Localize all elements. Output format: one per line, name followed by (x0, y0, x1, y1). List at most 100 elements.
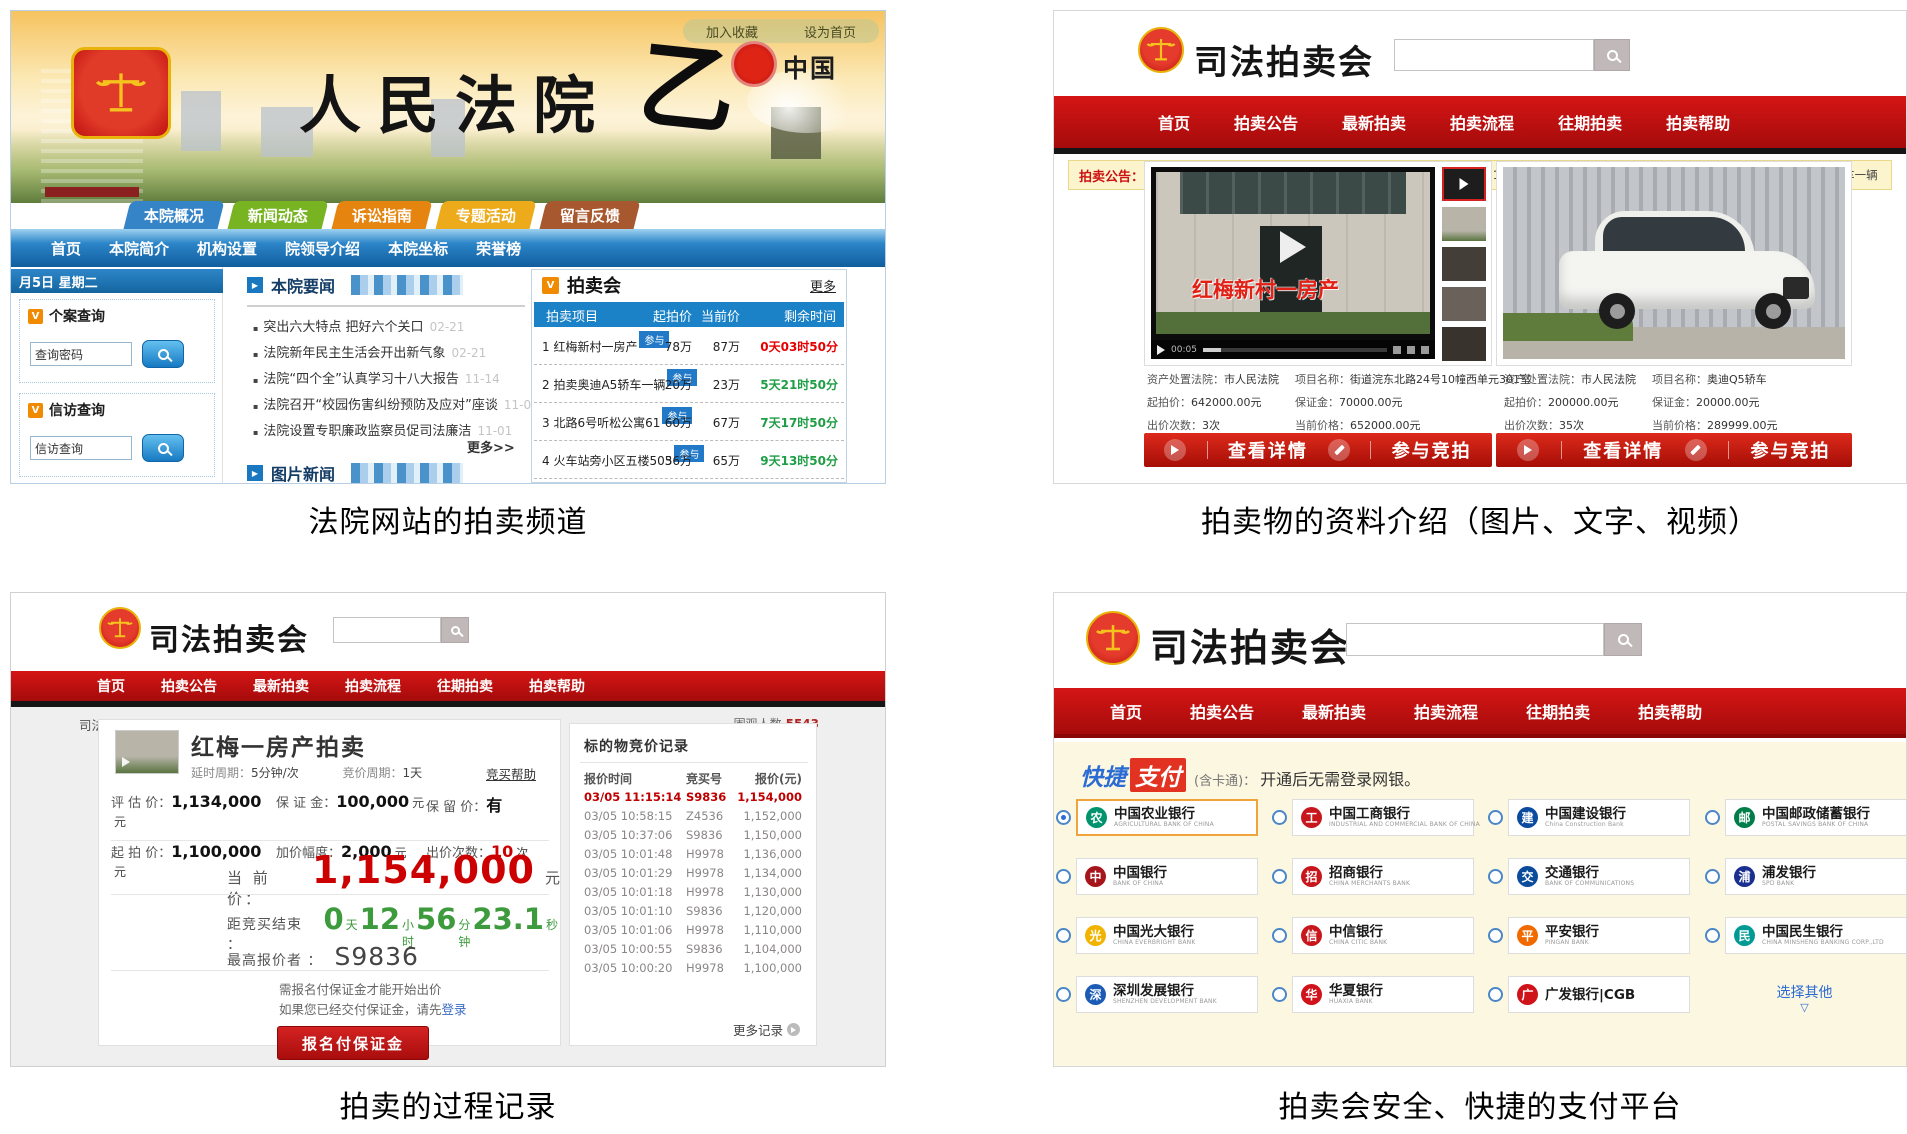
nav-item[interactable]: 院领导介绍 (285, 238, 360, 259)
nav-item[interactable]: 最新拍卖 (1342, 110, 1406, 134)
item-thumbnail[interactable] (115, 730, 179, 774)
bank-card[interactable]: 建 中国建设银行 China Construction Bank (1508, 799, 1690, 836)
case-query-input[interactable] (30, 342, 132, 366)
news-item[interactable]: 突出六大特点 把好六个关口02-21 (253, 315, 539, 341)
search-input[interactable] (1394, 39, 1594, 71)
bank-card[interactable]: 民 中国民生银行 CHINA MINSHENG BANKING CORP.,LT… (1725, 917, 1907, 954)
share-icon[interactable] (1407, 346, 1415, 354)
set-homepage-link[interactable]: 设为首页 (804, 22, 856, 41)
news-more-link[interactable]: 更多>> (467, 437, 515, 456)
join-bid-button[interactable]: 参与竞拍 (1751, 437, 1831, 463)
bank-card[interactable]: 交 交通银行 BANK OF COMMUNICATIONS (1508, 858, 1690, 895)
choose-other-link[interactable]: 选择其他▽ (1703, 982, 1906, 1014)
nav-item[interactable]: 拍卖帮助 (1638, 699, 1702, 723)
fullscreen-icon[interactable] (1421, 346, 1429, 354)
search-button[interactable] (1604, 623, 1642, 656)
volume-icon[interactable] (1393, 346, 1401, 354)
play-icon[interactable] (1157, 345, 1165, 355)
view-detail-button[interactable]: 查看详情 (1583, 437, 1663, 463)
tab-item[interactable]: 本院概况 (124, 201, 225, 229)
bank-card[interactable]: 平 平安银行 PINGAN BANK (1508, 917, 1690, 954)
bank-radio[interactable] (1488, 810, 1503, 825)
play-button[interactable] (1280, 231, 1306, 263)
bank-radio[interactable] (1272, 928, 1287, 943)
tab-item[interactable]: 新闻动态 (228, 201, 329, 229)
search-button[interactable] (1594, 39, 1630, 71)
news-item[interactable]: 法院召开“校园伤害纠纷预防及应对”座谈11-01 (253, 393, 539, 419)
bank-card[interactable]: 农 中国农业银行 AGRICULTURAL BANK OF CHINA (1076, 799, 1258, 836)
bank-radio[interactable] (1705, 869, 1720, 884)
video-thumbnail-selected[interactable] (1442, 167, 1486, 201)
bank-card[interactable]: 浦 浦发银行 SPD BANK (1725, 858, 1907, 895)
bank-radio[interactable] (1488, 869, 1503, 884)
bank-radio[interactable] (1272, 869, 1287, 884)
bid-help-link[interactable]: 竞买帮助 (486, 764, 536, 783)
bank-card[interactable]: 邮 中国邮政储蓄银行 POSTAL SAVINGS BANK OF CHINA (1725, 799, 1907, 836)
photo-thumbnail[interactable] (1442, 247, 1486, 281)
search-input[interactable] (1346, 623, 1604, 656)
bank-radio[interactable] (1488, 987, 1503, 1002)
nav-item[interactable]: 拍卖公告 (161, 676, 217, 696)
bank-radio[interactable] (1705, 810, 1720, 825)
photo-thumbnail[interactable] (1442, 287, 1486, 321)
bank-radio[interactable] (1056, 987, 1071, 1002)
nav-item[interactable]: 拍卖流程 (345, 676, 401, 696)
bank-card[interactable]: 广 广发银行|CGB (1508, 976, 1690, 1013)
bank-radio[interactable] (1705, 928, 1720, 943)
search-input[interactable] (333, 617, 441, 643)
tab-item[interactable]: 诉讼指南 (332, 201, 433, 229)
bank-logo-icon: 民 (1734, 925, 1755, 946)
photo-thumbnail[interactable] (1442, 327, 1486, 361)
nav-item[interactable]: 首页 (51, 238, 81, 259)
nav-item[interactable]: 拍卖帮助 (529, 676, 585, 696)
nav-item[interactable]: 拍卖流程 (1450, 110, 1514, 134)
more-records-link[interactable]: 更多记录 (733, 1020, 800, 1039)
bank-card[interactable]: 光 中国光大银行 CHINA EVERBRIGHT BANK (1076, 917, 1258, 954)
nav-item[interactable]: 拍卖公告 (1234, 110, 1298, 134)
auction-item-link[interactable]: 1 红梅新村一房产参与 (542, 338, 669, 355)
bank-card[interactable]: 中 中国银行 BANK OF CHINA (1076, 858, 1258, 895)
bank-radio[interactable] (1056, 928, 1071, 943)
nav-item[interactable]: 往期拍卖 (1558, 110, 1622, 134)
join-bid-button[interactable]: 参与竞拍 (1392, 437, 1472, 463)
bank-radio[interactable] (1272, 987, 1287, 1002)
nav-item[interactable]: 首页 (1110, 699, 1142, 723)
bank-radio[interactable] (1488, 928, 1503, 943)
nav-item[interactable]: 首页 (97, 676, 125, 696)
pay-deposit-button[interactable]: 报名付保证金 (277, 1026, 429, 1060)
nav-item[interactable]: 拍卖帮助 (1666, 110, 1730, 134)
bank-radio[interactable] (1056, 810, 1071, 825)
nav-item[interactable]: 往期拍卖 (1526, 699, 1590, 723)
login-link[interactable]: 登录 (442, 1002, 467, 1017)
nav-item[interactable]: 拍卖公告 (1190, 699, 1254, 723)
view-detail-button[interactable]: 查看详情 (1228, 437, 1308, 463)
nav-item[interactable]: 最新拍卖 (1302, 699, 1366, 723)
nav-item[interactable]: 最新拍卖 (253, 676, 309, 696)
tab-item[interactable]: 专题活动 (436, 201, 537, 229)
bank-card[interactable]: 信 中信银行 CHINA CITIC BANK (1292, 917, 1474, 954)
case-search-button[interactable] (142, 340, 184, 368)
nav-item[interactable]: 首页 (1158, 110, 1190, 134)
nav-item[interactable]: 往期拍卖 (437, 676, 493, 696)
nav-item[interactable]: 本院简介 (109, 238, 169, 259)
nav-item[interactable]: 本院坐标 (388, 238, 448, 259)
search-button[interactable] (441, 617, 469, 643)
tab-item[interactable]: 留言反馈 (540, 201, 641, 229)
bank-radio[interactable] (1056, 869, 1071, 884)
photo-thumbnail[interactable] (1442, 207, 1486, 241)
bank-radio[interactable] (1272, 810, 1287, 825)
bank-card[interactable]: 华 华夏银行 HUAXIA BANK (1292, 976, 1474, 1013)
bank-card[interactable]: 深 深圳发展银行 SHENZHEN DEVELOPMENT BANK (1076, 976, 1258, 1013)
nav-item[interactable]: 荣誉榜 (476, 238, 521, 259)
bank-card[interactable]: 工 中国工商银行 INDUSTRIAL AND COMMERCIAL BANK … (1292, 799, 1474, 836)
bank-card[interactable]: 招 招商银行 CHINA MERCHANTS BANK (1292, 858, 1474, 895)
petition-search-button[interactable] (142, 434, 184, 462)
news-item[interactable]: 法院“四个全”认真学习十八大报告11-14 (253, 367, 539, 393)
auction-more-link[interactable]: 更多 (810, 276, 836, 295)
progress-bar[interactable] (1203, 348, 1387, 352)
news-item[interactable]: 法院新年民主生活会开出新气象02-21 (253, 341, 539, 367)
nav-item[interactable]: 机构设置 (197, 238, 257, 259)
petition-query-input[interactable] (30, 436, 132, 460)
nav-item[interactable]: 拍卖流程 (1414, 699, 1478, 723)
bank-option: 招 招商银行 CHINA MERCHANTS BANK (1270, 858, 1486, 917)
